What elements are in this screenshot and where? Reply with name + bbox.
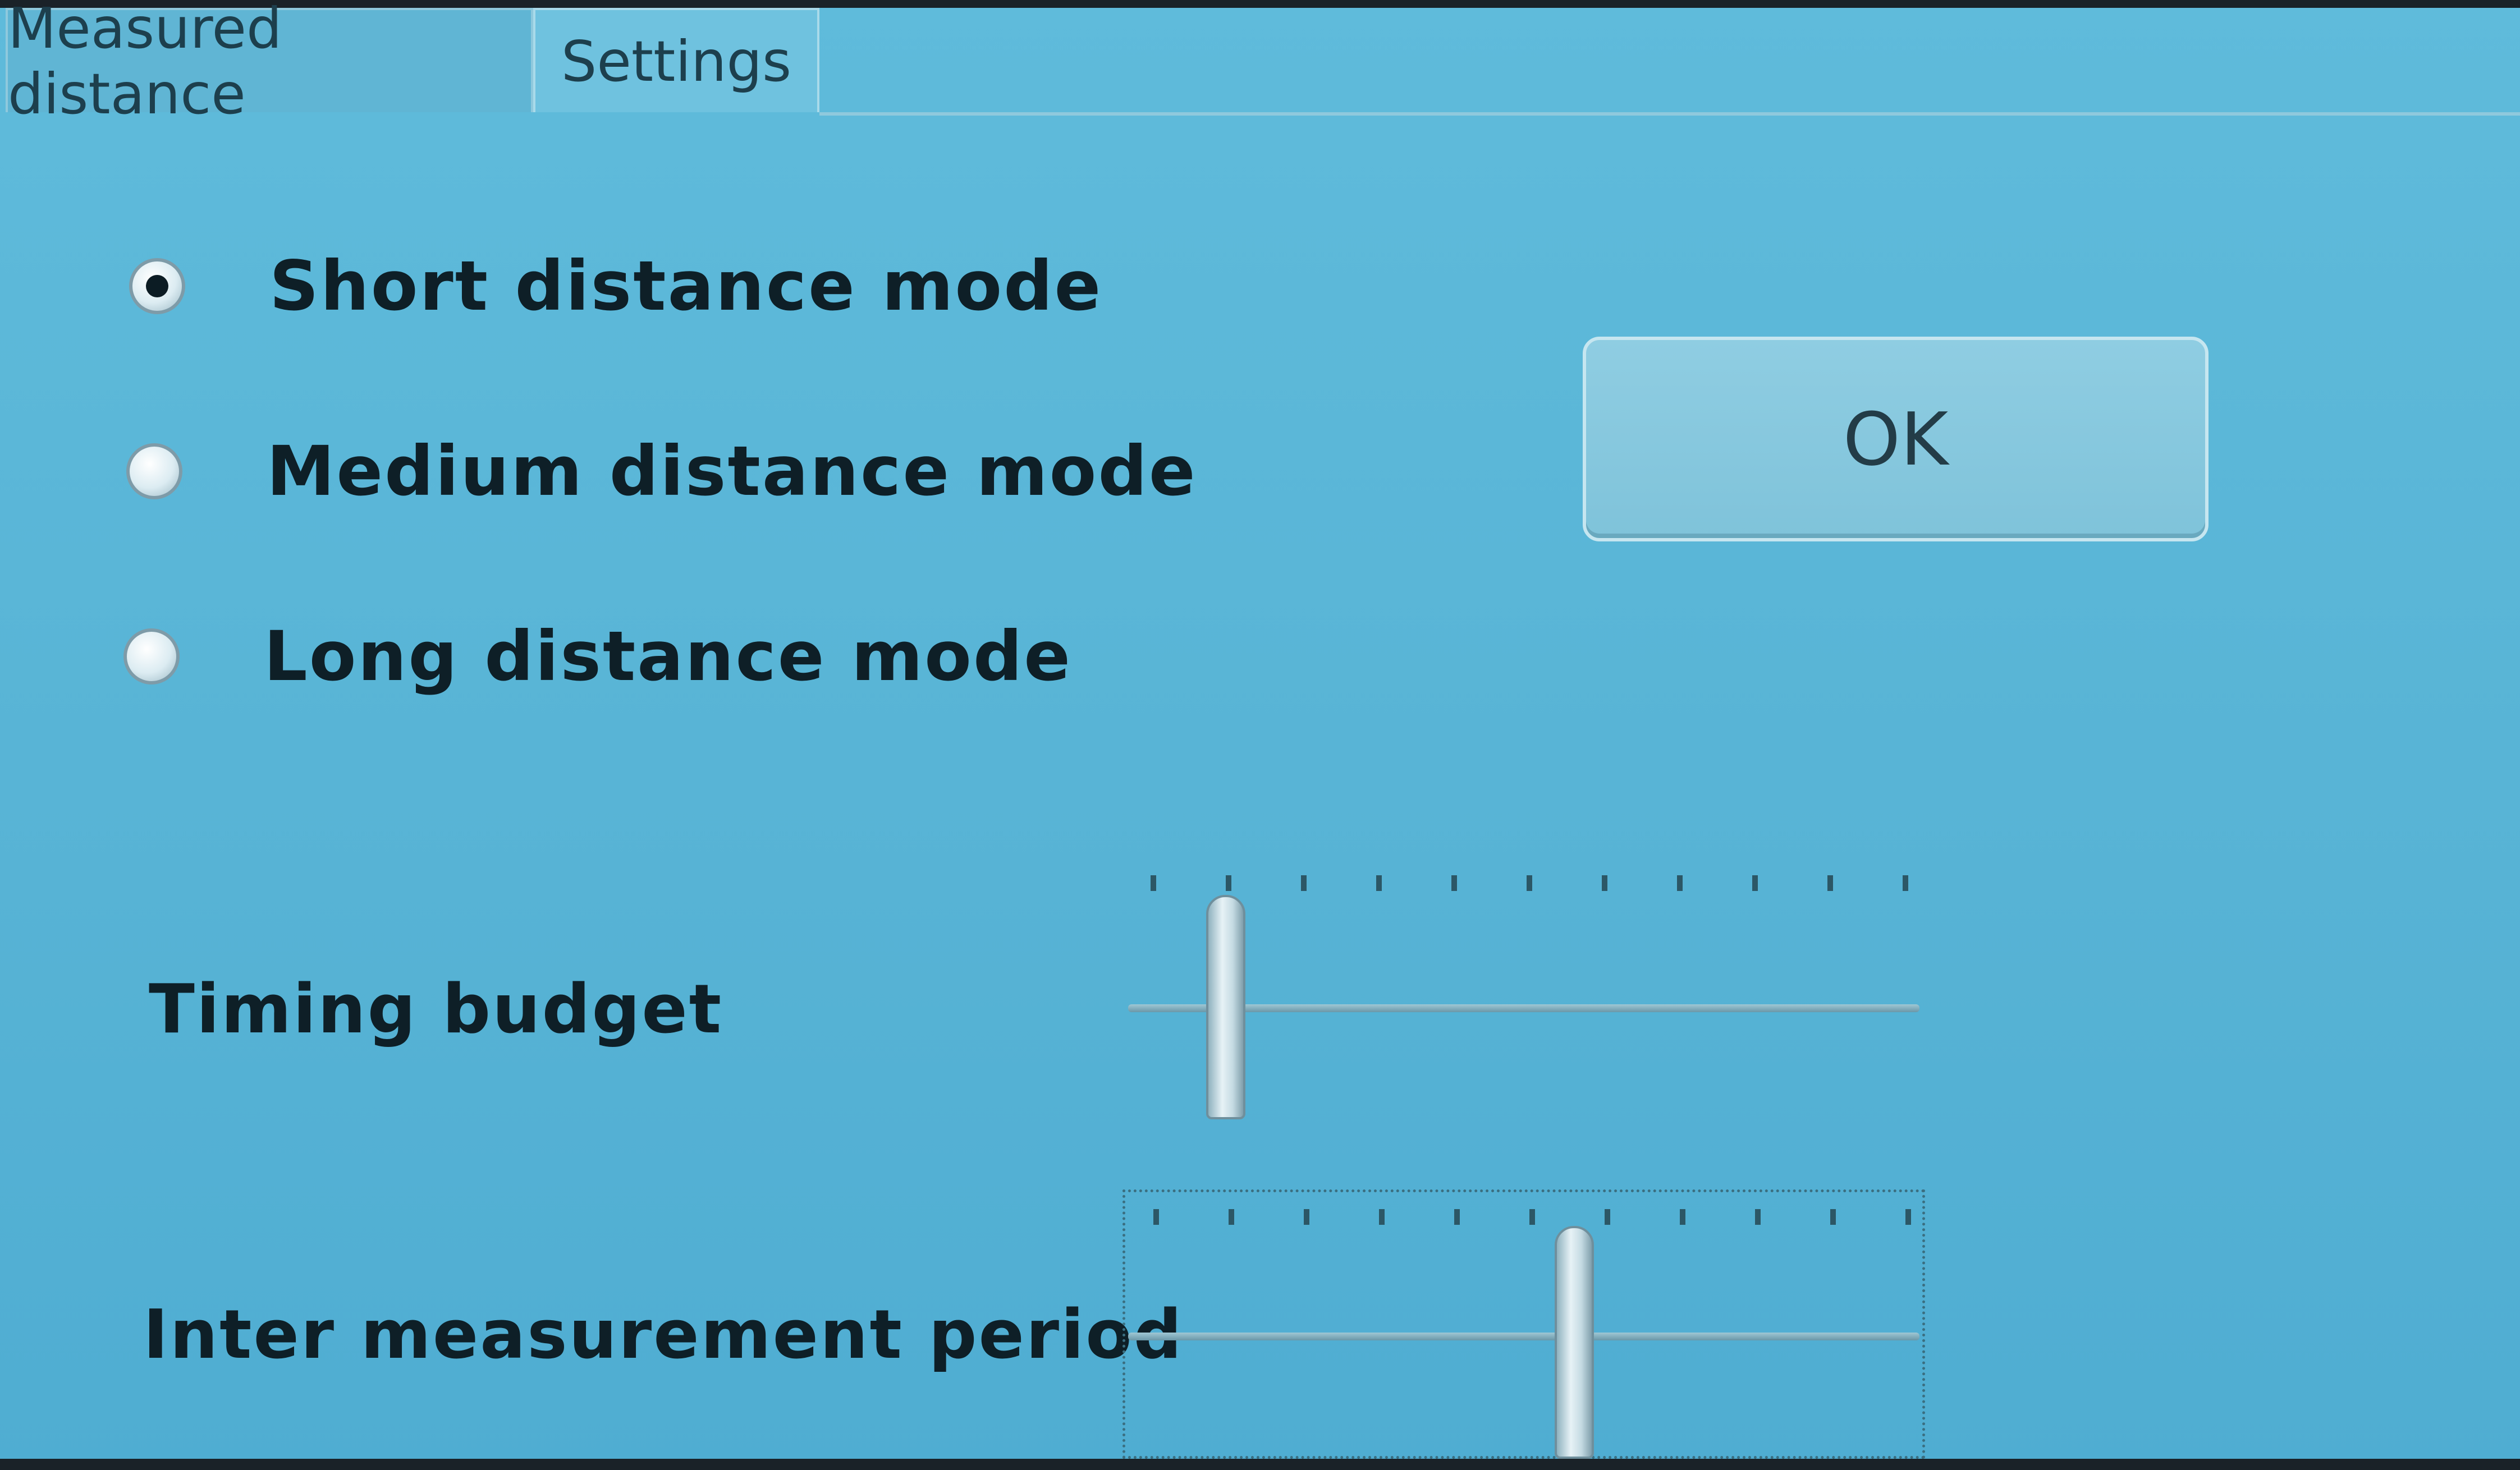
slider-tick xyxy=(1226,875,1231,891)
timing-budget-slider[interactable] xyxy=(1122,858,1925,1119)
slider-tick xyxy=(1153,1209,1159,1225)
settings-screen: Measured distance Settings Short distanc… xyxy=(0,0,2520,1470)
slider-tick xyxy=(1827,875,1833,891)
slider-tick xyxy=(1752,875,1758,891)
timing-budget-label: Timing budget xyxy=(149,971,723,1049)
tab-bar: Measured distance Settings xyxy=(0,0,2520,127)
radio-medium-distance-mode[interactable]: Medium distance mode xyxy=(126,426,1197,516)
slider-tick xyxy=(1454,1209,1460,1225)
slider-tick xyxy=(1755,1209,1761,1225)
slider-ticks xyxy=(1151,875,1908,898)
slider-tick xyxy=(1602,875,1607,891)
slider-tick xyxy=(1680,1209,1685,1225)
slider-tick xyxy=(1229,1209,1234,1225)
slider-track[interactable] xyxy=(1128,1333,1919,1340)
slider-tick xyxy=(1605,1209,1610,1225)
slider-ticks xyxy=(1153,1209,1911,1232)
slider-tick xyxy=(1304,1209,1309,1225)
radio-label-medium: Medium distance mode xyxy=(267,431,1197,511)
slider-tick xyxy=(1830,1209,1836,1225)
slider-tick xyxy=(1376,875,1382,891)
radio-button-unchecked[interactable] xyxy=(123,628,180,685)
screen-bezel-bottom xyxy=(0,1459,2520,1470)
slider-tick xyxy=(1527,875,1532,891)
inter-measurement-period-slider[interactable] xyxy=(1122,1189,1925,1459)
radio-label-long: Long distance mode xyxy=(264,617,1073,696)
radio-label-short: Short distance mode xyxy=(269,246,1103,326)
slider-tick xyxy=(1903,875,1908,891)
slider-tick xyxy=(1677,875,1683,891)
tab-settings[interactable]: Settings xyxy=(533,8,819,112)
radio-short-distance-mode[interactable]: Short distance mode xyxy=(129,241,1102,331)
inter-measurement-period-label: Inter measurement period xyxy=(143,1296,1184,1374)
radio-button-unchecked[interactable] xyxy=(126,443,182,499)
slider-tick xyxy=(1905,1209,1911,1225)
slider-tick xyxy=(1151,875,1156,891)
tab-measured-distance[interactable]: Measured distance xyxy=(6,0,533,127)
slider-tick xyxy=(1529,1209,1535,1225)
radio-long-distance-mode[interactable]: Long distance mode xyxy=(123,612,1072,701)
slider-handle[interactable] xyxy=(1206,895,1245,1119)
ok-button[interactable]: OK xyxy=(1583,337,2209,541)
tab-divider xyxy=(819,112,2520,116)
slider-tick xyxy=(1379,1209,1385,1225)
slider-tick xyxy=(1301,875,1307,891)
slider-handle[interactable] xyxy=(1555,1226,1594,1459)
slider-tick xyxy=(1451,875,1457,891)
radio-button-checked[interactable] xyxy=(129,258,185,314)
slider-track[interactable] xyxy=(1128,1004,1919,1012)
